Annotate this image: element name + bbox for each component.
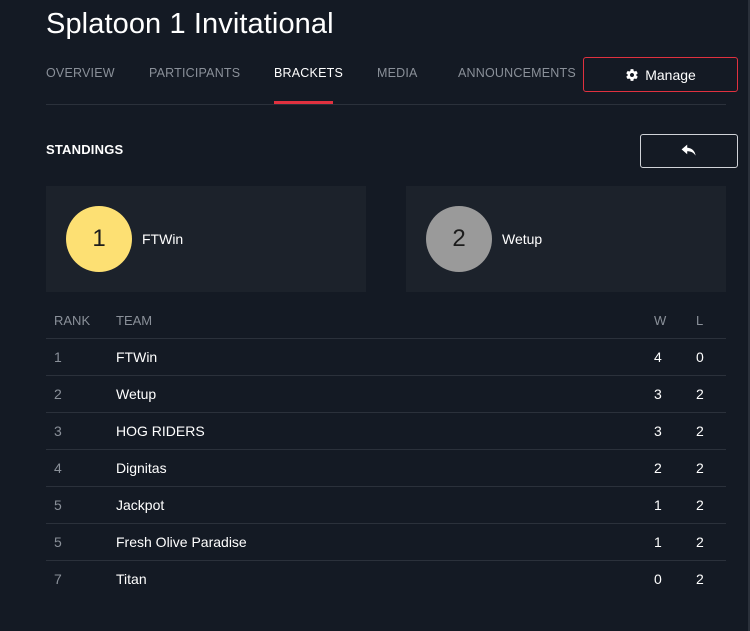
row-losses: 2 [696,571,704,587]
tab-media[interactable]: MEDIA [377,66,418,80]
row-rank: 7 [54,571,62,587]
row-losses: 2 [696,375,726,413]
table-row: 5 Jackpot 1 2 [46,486,726,524]
tab-participants[interactable]: PARTICIPANTS [149,66,240,80]
table-row: 7 Titan 0 2 [46,561,726,598]
row-team[interactable]: Dignitas [116,449,654,487]
row-team[interactable]: HOG RIDERS [116,412,654,450]
page-title: Splatoon 1 Invitational [46,8,334,40]
row-team[interactable]: Wetup [116,375,654,413]
standings-heading: STANDINGS [46,142,124,157]
tab-announcements[interactable]: ANNOUNCEMENTS [458,66,576,80]
row-team[interactable]: Fresh Olive Paradise [116,523,654,561]
row-losses: 0 [696,338,726,376]
row-wins: 4 [654,338,696,376]
row-wins: 3 [654,412,696,450]
podium-card-first: 1 FTWin [46,186,366,292]
tab-overview[interactable]: OVERVIEW [46,66,115,80]
standings-table: RANK TEAM W L 1 FTWin 4 0 2 Wetup 3 2 3 … [46,302,726,597]
table-row: 2 Wetup 3 2 [46,375,726,413]
row-losses: 2 [696,486,726,524]
row-rank: 4 [46,449,116,487]
row-wins: 3 [654,375,696,413]
gear-icon [626,68,638,81]
row-rank: 3 [46,412,116,450]
column-header-team: TEAM [116,302,654,339]
row-wins: 1 [654,523,696,561]
column-header-losses: L [696,302,726,339]
row-rank: 1 [46,338,116,376]
podium-card-second: 2 Wetup [406,186,726,292]
row-wins: 1 [654,486,696,524]
table-row: 3 HOG RIDERS 3 2 [46,412,726,450]
row-rank: 2 [46,375,116,413]
table-row: 5 Fresh Olive Paradise 1 2 [46,523,726,561]
table-header-row: RANK TEAM W L [46,302,726,339]
reply-arrow-icon [681,144,696,156]
manage-button-label: Manage [645,66,696,83]
row-team[interactable]: Jackpot [116,486,654,524]
table-row: 4 Dignitas 2 2 [46,449,726,487]
row-losses: 2 [696,412,726,450]
row-rank: 5 [46,523,116,561]
row-team[interactable]: Titan [116,561,654,598]
row-losses: 2 [696,449,726,487]
row-rank: 5 [46,486,116,524]
rank-badge-gold: 1 [66,206,132,272]
back-button[interactable] [640,134,738,168]
tab-brackets[interactable]: BRACKETS [274,66,343,80]
table-row: 1 FTWin 4 0 [46,338,726,376]
column-header-rank: RANK [46,302,116,339]
row-wins: 2 [654,449,696,487]
row-losses: 2 [696,523,726,561]
podium-team-name[interactable]: FTWin [142,231,183,247]
active-tab-indicator [274,101,333,104]
row-team[interactable]: FTWin [116,338,654,376]
rank-badge-silver: 2 [426,206,492,272]
podium-team-name[interactable]: Wetup [502,231,542,247]
column-header-wins: W [654,302,696,339]
manage-button[interactable]: Manage [583,57,738,92]
row-wins: 0 [654,571,662,587]
